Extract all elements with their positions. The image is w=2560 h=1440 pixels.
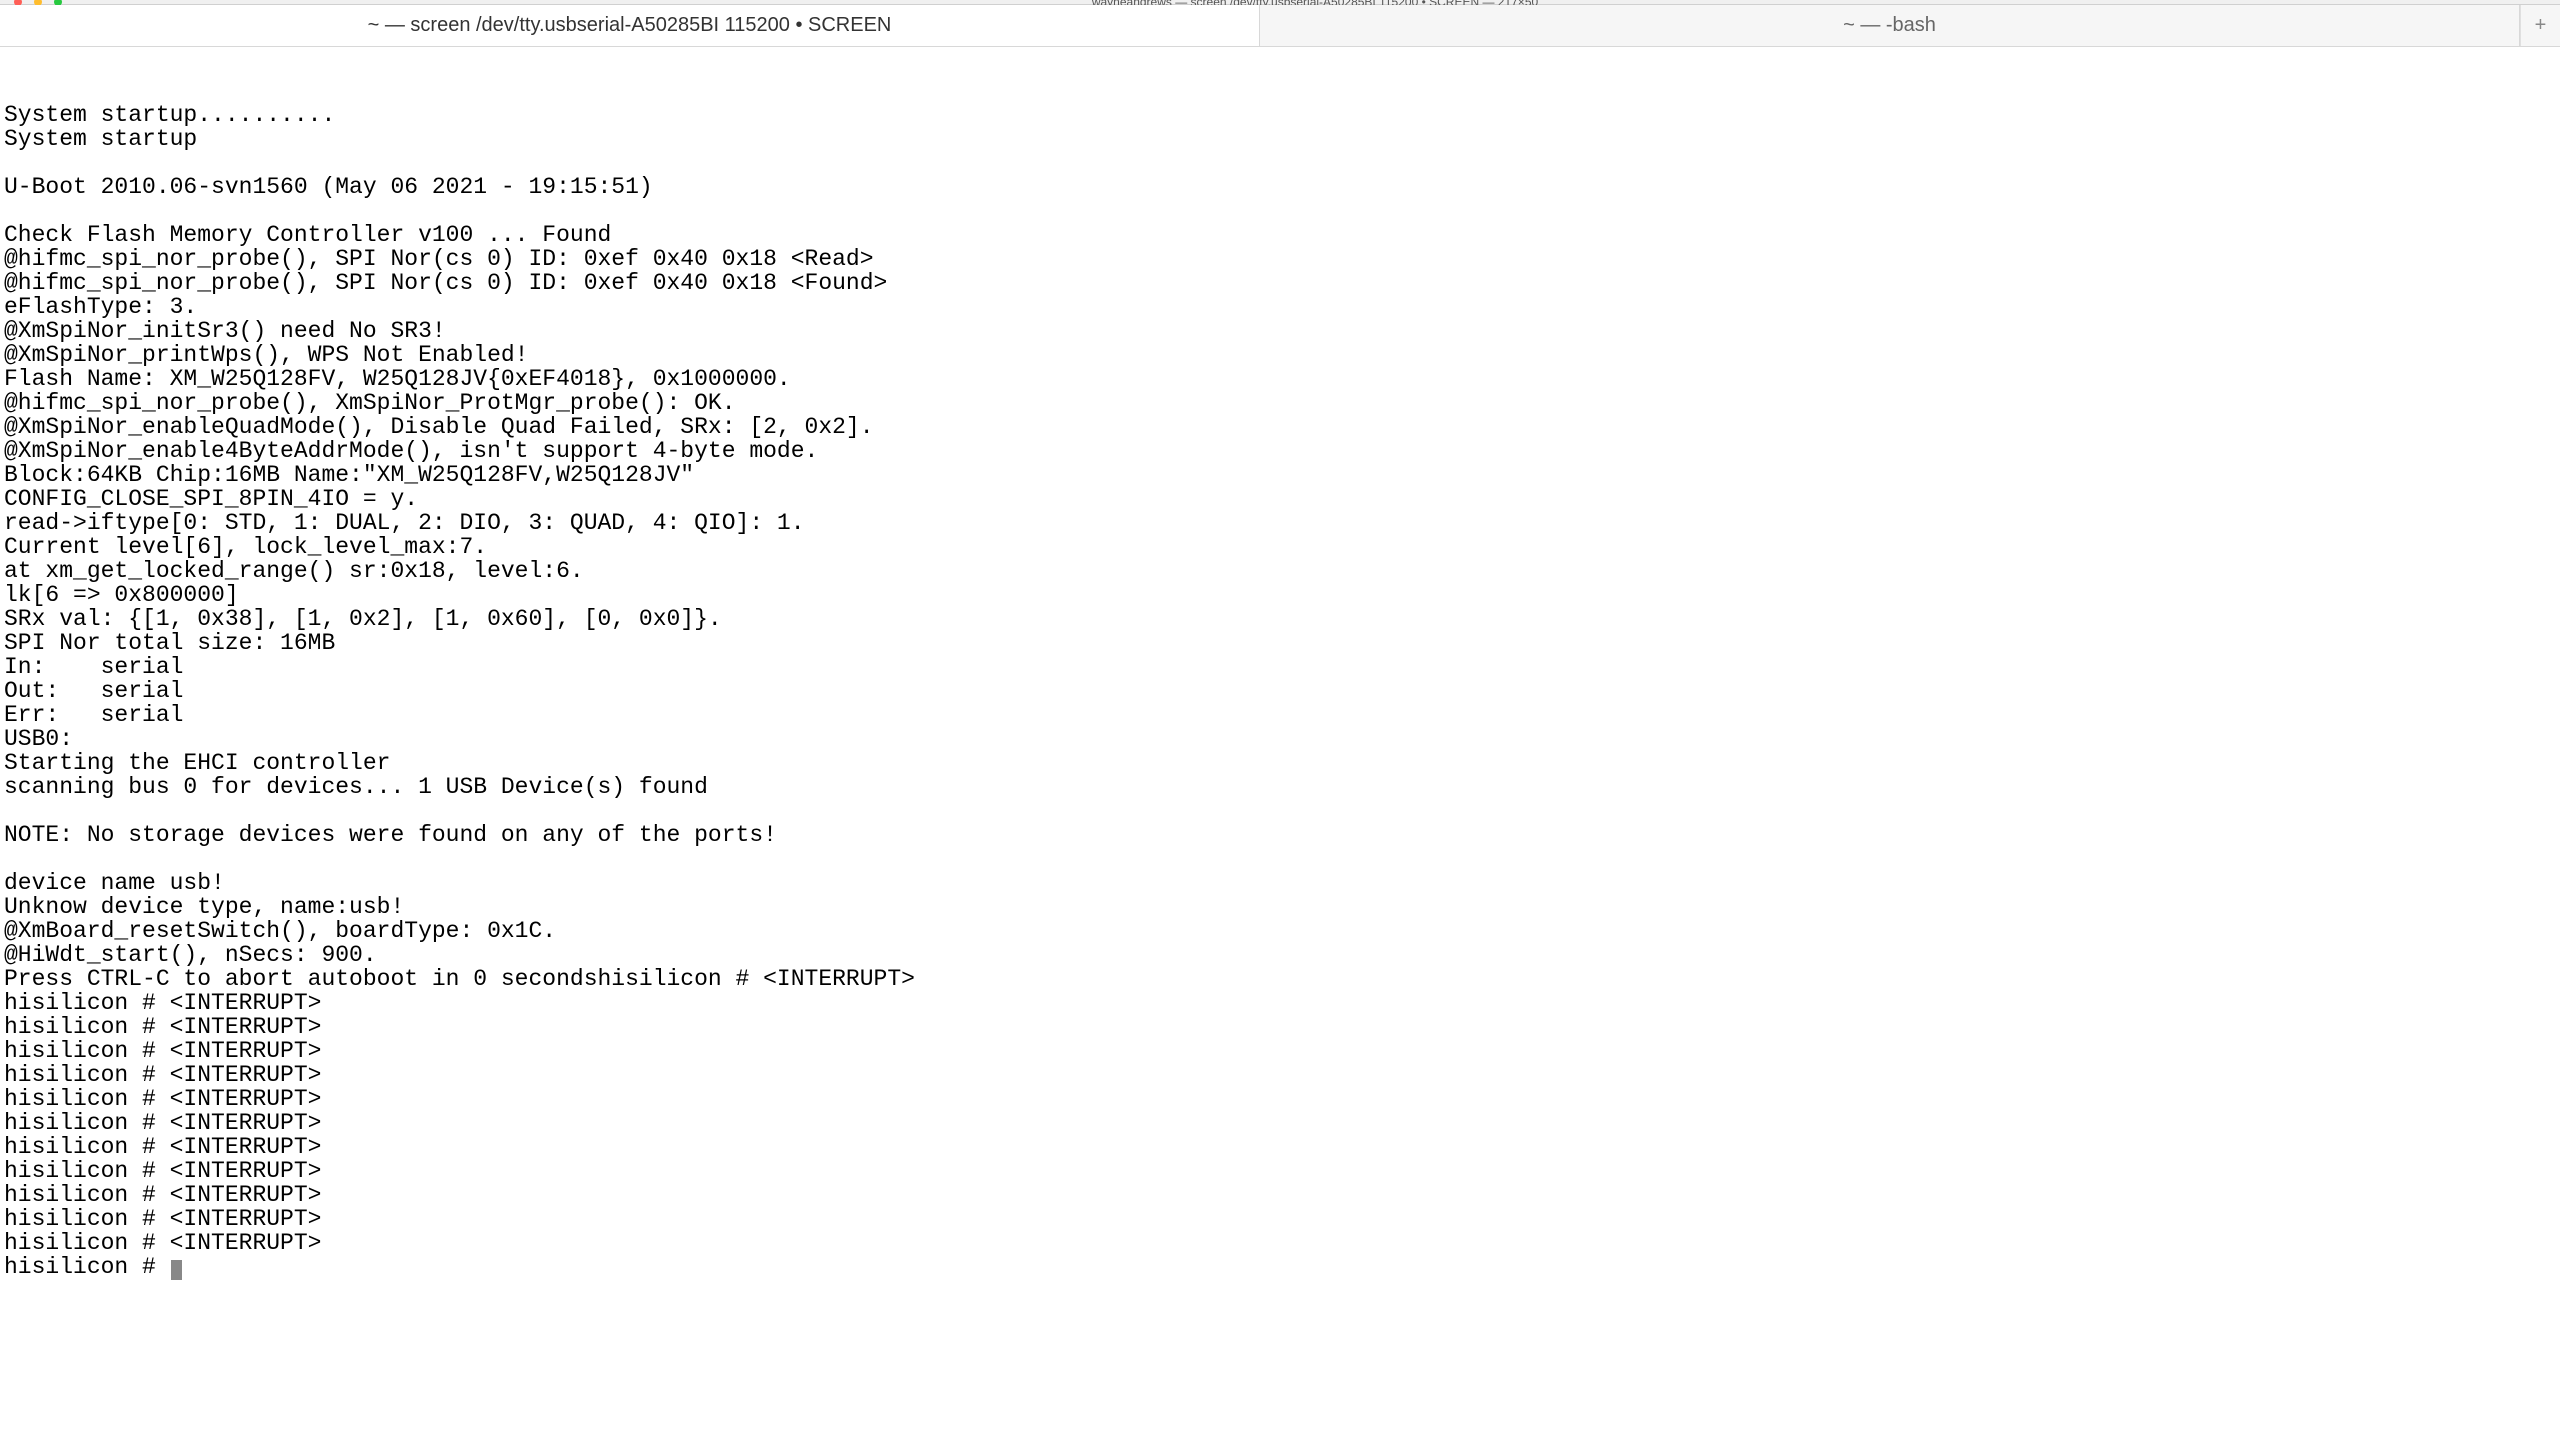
terminal-output[interactable]:  System startup.......... System startu… bbox=[0, 47, 2560, 1288]
new-tab-button[interactable]: + bbox=[2520, 5, 2560, 46]
plus-icon: + bbox=[2535, 14, 2547, 37]
tab-screen-session[interactable]: ~ — screen /dev/tty.usbserial-A50285BI 1… bbox=[0, 5, 1260, 46]
tabbar: ~ — screen /dev/tty.usbserial-A50285BI 1… bbox=[0, 5, 2560, 47]
tab-label: ~ — -bash bbox=[1843, 14, 1936, 37]
cursor bbox=[171, 1260, 182, 1280]
tab-label: ~ — screen /dev/tty.usbserial-A50285BI 1… bbox=[368, 14, 892, 37]
tab-bash[interactable]: ~ — -bash bbox=[1260, 5, 2520, 46]
